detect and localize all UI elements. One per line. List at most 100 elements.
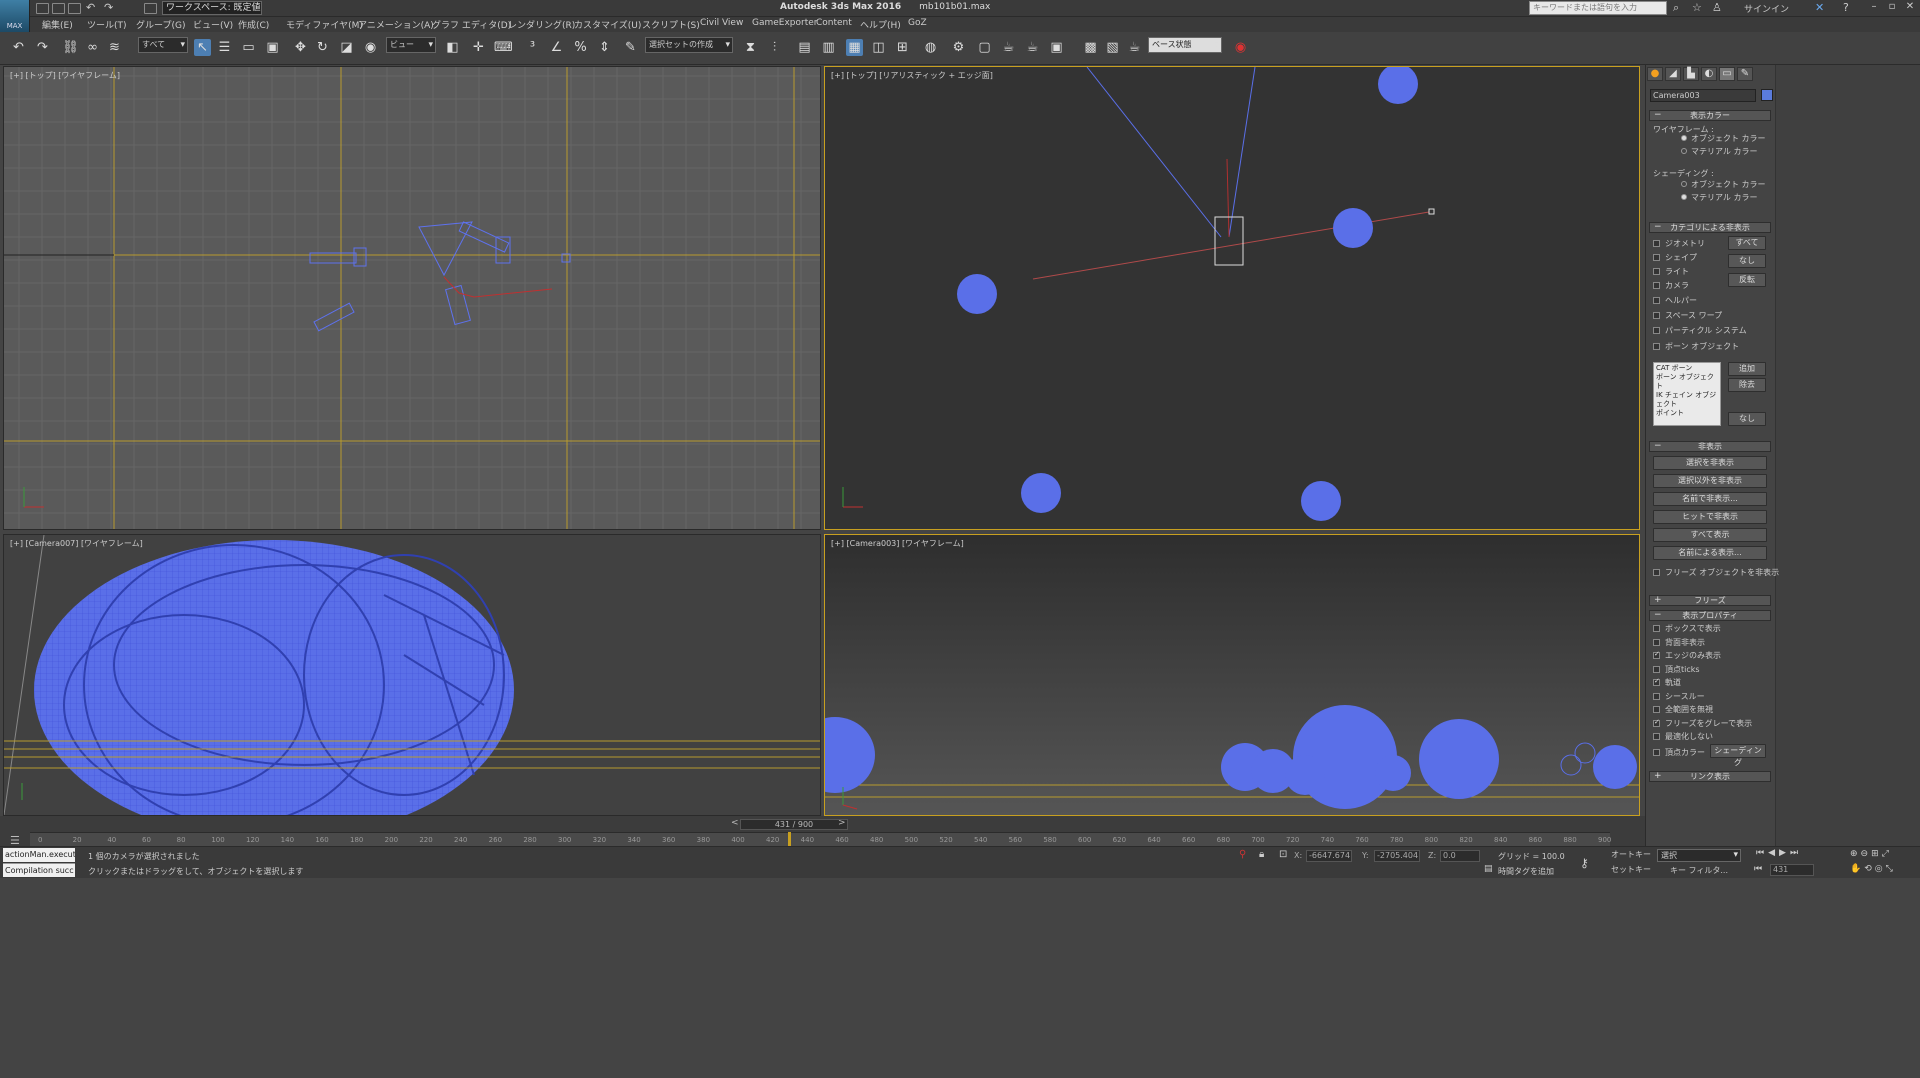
layer-manager-icon[interactable]: ▤ (796, 39, 813, 56)
display-prop-checkbox[interactable] (1653, 625, 1660, 632)
viewport-bottom-right[interactable]: [+] [Camera003] [ワイヤフレーム] (824, 534, 1640, 816)
viewport-top-left[interactable]: [+] [トップ] [ワイヤフレーム] (3, 66, 821, 530)
isolate-icon[interactable]: ⚲ (1239, 849, 1246, 860)
key-mode-dropdown[interactable]: 選択 (1657, 849, 1741, 862)
material-editor-icon[interactable]: ◍ (922, 39, 939, 56)
lock-icon[interactable]: 🔒︎ (1259, 849, 1264, 860)
modify-tab-icon[interactable]: ◢ (1665, 67, 1681, 81)
schematic-view-icon[interactable]: ⊞ (894, 39, 911, 56)
undo-icon[interactable]: ↶ (86, 1, 95, 14)
maxscript-output[interactable]: Compilation succ (3, 863, 75, 877)
object-name-field[interactable]: Camera003 (1650, 89, 1756, 102)
rendered-frame-icon[interactable]: ▢ (976, 39, 993, 56)
project-folder-icon[interactable] (144, 3, 157, 14)
shaded-object-color-radio[interactable] (1681, 181, 1687, 187)
render-production-icon[interactable]: ☕ (1000, 39, 1017, 56)
cat-none-button[interactable]: なし (1728, 254, 1766, 268)
cat-particles-checkbox[interactable] (1653, 327, 1660, 334)
orbit-pan-controls[interactable]: ✋⟲◎⤡ (1850, 864, 1896, 874)
redo-icon[interactable]: ↷ (104, 1, 113, 14)
move-icon[interactable]: ✥ (292, 39, 309, 56)
menu-group[interactable]: グループ(G) (136, 18, 185, 31)
menu-help[interactable]: ヘルプ(H) (860, 18, 901, 31)
spinner-snap-icon[interactable]: ⇕ (596, 39, 613, 56)
menu-views[interactable]: ビュー(V) (193, 18, 233, 31)
viewport-nav-controls[interactable]: ⊕⊖⊞⤢ (1850, 849, 1892, 859)
list-add-button[interactable]: 追加 (1728, 362, 1766, 376)
curve-editor-icon[interactable]: ◫ (870, 39, 887, 56)
cat-lights-checkbox[interactable] (1653, 268, 1660, 275)
hide-by-hit-button[interactable]: ヒットで非表示 (1653, 510, 1767, 524)
graphite-toolbar-icon[interactable]: ▦ (846, 39, 863, 56)
list-item[interactable]: ボーン オブジェクト (1656, 373, 1718, 391)
unlink-icon[interactable]: ∞ (84, 39, 101, 56)
star-icon[interactable]: ☆ (1692, 1, 1702, 14)
render-setup-icon[interactable]: ⚙ (950, 39, 967, 56)
select-object-icon[interactable]: ↖ (194, 39, 211, 56)
place-icon[interactable]: ◉ (362, 39, 379, 56)
keyboard-shortcut-icon[interactable]: ⌨ (494, 39, 513, 56)
undo-icon[interactable]: ↶ (10, 39, 27, 56)
help-icon[interactable]: ? (1843, 1, 1849, 14)
object-color-swatch[interactable] (1761, 89, 1773, 101)
select-by-name-icon[interactable]: ☰ (216, 39, 233, 56)
activeshade-icon[interactable]: ▣ (1048, 39, 1065, 56)
scale-icon[interactable]: ◪ (338, 39, 355, 56)
menu-tools[interactable]: ツール(T) (87, 18, 127, 31)
window-crossing-icon[interactable]: ▣ (264, 39, 281, 56)
menu-civil-view[interactable]: Civil View (700, 18, 743, 28)
current-frame-field[interactable]: 431 (1770, 864, 1814, 876)
unhide-by-name-button[interactable]: 名前による表示... (1653, 546, 1767, 560)
key-filters-button[interactable]: キー フィルタ... (1670, 865, 1728, 876)
maximize-button[interactable]: ▫ (1884, 1, 1900, 15)
viewport-top-right[interactable]: [+] [トップ] [リアリスティック + エッジ面] (824, 66, 1640, 530)
cat-helpers-checkbox[interactable] (1653, 297, 1660, 304)
shaded-material-color-radio[interactable] (1681, 194, 1687, 200)
snap-toggle-icon[interactable]: ³ (524, 39, 541, 56)
teapot-icon[interactable]: ☕ (1126, 39, 1143, 56)
cat-shapes-checkbox[interactable] (1653, 254, 1660, 261)
scene-states-icon[interactable]: ▩ (1082, 39, 1099, 56)
cat-all-button[interactable]: すべて (1728, 236, 1766, 250)
binoculars-icon[interactable]: ⌕ (1673, 1, 1679, 15)
user-icon[interactable]: ♙ (1712, 1, 1722, 14)
vertex-color-checkbox[interactable] (1653, 749, 1660, 756)
hide-by-name-button[interactable]: 名前で非表示... (1653, 492, 1767, 506)
set-key-button[interactable]: セットキー (1611, 864, 1651, 875)
next-frame-arrow[interactable]: > (838, 818, 846, 828)
unhide-all-button[interactable]: すべて表示 (1653, 528, 1767, 542)
hide-selected-button[interactable]: 選択を非表示 (1653, 456, 1767, 470)
signin-link[interactable]: サインイン (1744, 2, 1789, 15)
y-coordinate-field[interactable]: -2705.404 (1374, 850, 1420, 862)
display-prop-checkbox[interactable] (1653, 665, 1660, 673)
list-item[interactable]: ポイント (1656, 409, 1718, 418)
rollout-display-properties[interactable]: − 表示プロパティ (1649, 610, 1771, 621)
x-coordinate-field[interactable]: -6647.674 (1306, 850, 1352, 862)
goto-start-icon[interactable]: ⏮ (1754, 864, 1762, 874)
cat-bones-checkbox[interactable] (1653, 343, 1660, 350)
menu-animation[interactable]: アニメーション(A) (358, 18, 434, 31)
menu-graph-editors[interactable]: グラフ エディタ(D) (432, 18, 511, 31)
bind-spacewarp-icon[interactable]: ≋ (106, 39, 123, 56)
hide-frozen-checkbox[interactable] (1653, 569, 1660, 576)
menu-rendering[interactable]: レンダリング(R) (508, 18, 575, 31)
list-item[interactable]: CAT ボーン (1656, 364, 1718, 373)
prev-frame-arrow[interactable]: < (731, 818, 739, 828)
display-prop-checkbox[interactable] (1653, 677, 1660, 686)
new-file-icon[interactable] (36, 3, 49, 14)
menu-edit[interactable]: 編集(E) (42, 18, 73, 31)
close-button[interactable]: ✕ (1902, 1, 1918, 15)
list-item[interactable]: IK チェイン オブジェクト (1656, 391, 1718, 409)
manipulate-icon[interactable]: ✛ (470, 39, 487, 56)
pivot-icon[interactable]: ◧ (444, 39, 461, 56)
viewport-label[interactable]: [+] [トップ] [ワイヤフレーム] (10, 70, 120, 81)
menu-scripting[interactable]: スクリプト(S) (642, 18, 700, 31)
app-menu-button[interactable]: MAX (0, 0, 30, 32)
cat-invert-button[interactable]: 反転 (1728, 273, 1766, 287)
time-slider[interactable]: 431 / 900 (740, 819, 848, 830)
display-prop-checkbox[interactable] (1653, 718, 1660, 727)
redo-icon[interactable]: ↷ (34, 39, 51, 56)
category-list[interactable]: CAT ボーン ボーン オブジェクト IK チェイン オブジェクト ポイント (1653, 362, 1721, 426)
display-prop-checkbox[interactable] (1653, 706, 1660, 713)
shading-button[interactable]: シェーディング (1710, 744, 1766, 767)
